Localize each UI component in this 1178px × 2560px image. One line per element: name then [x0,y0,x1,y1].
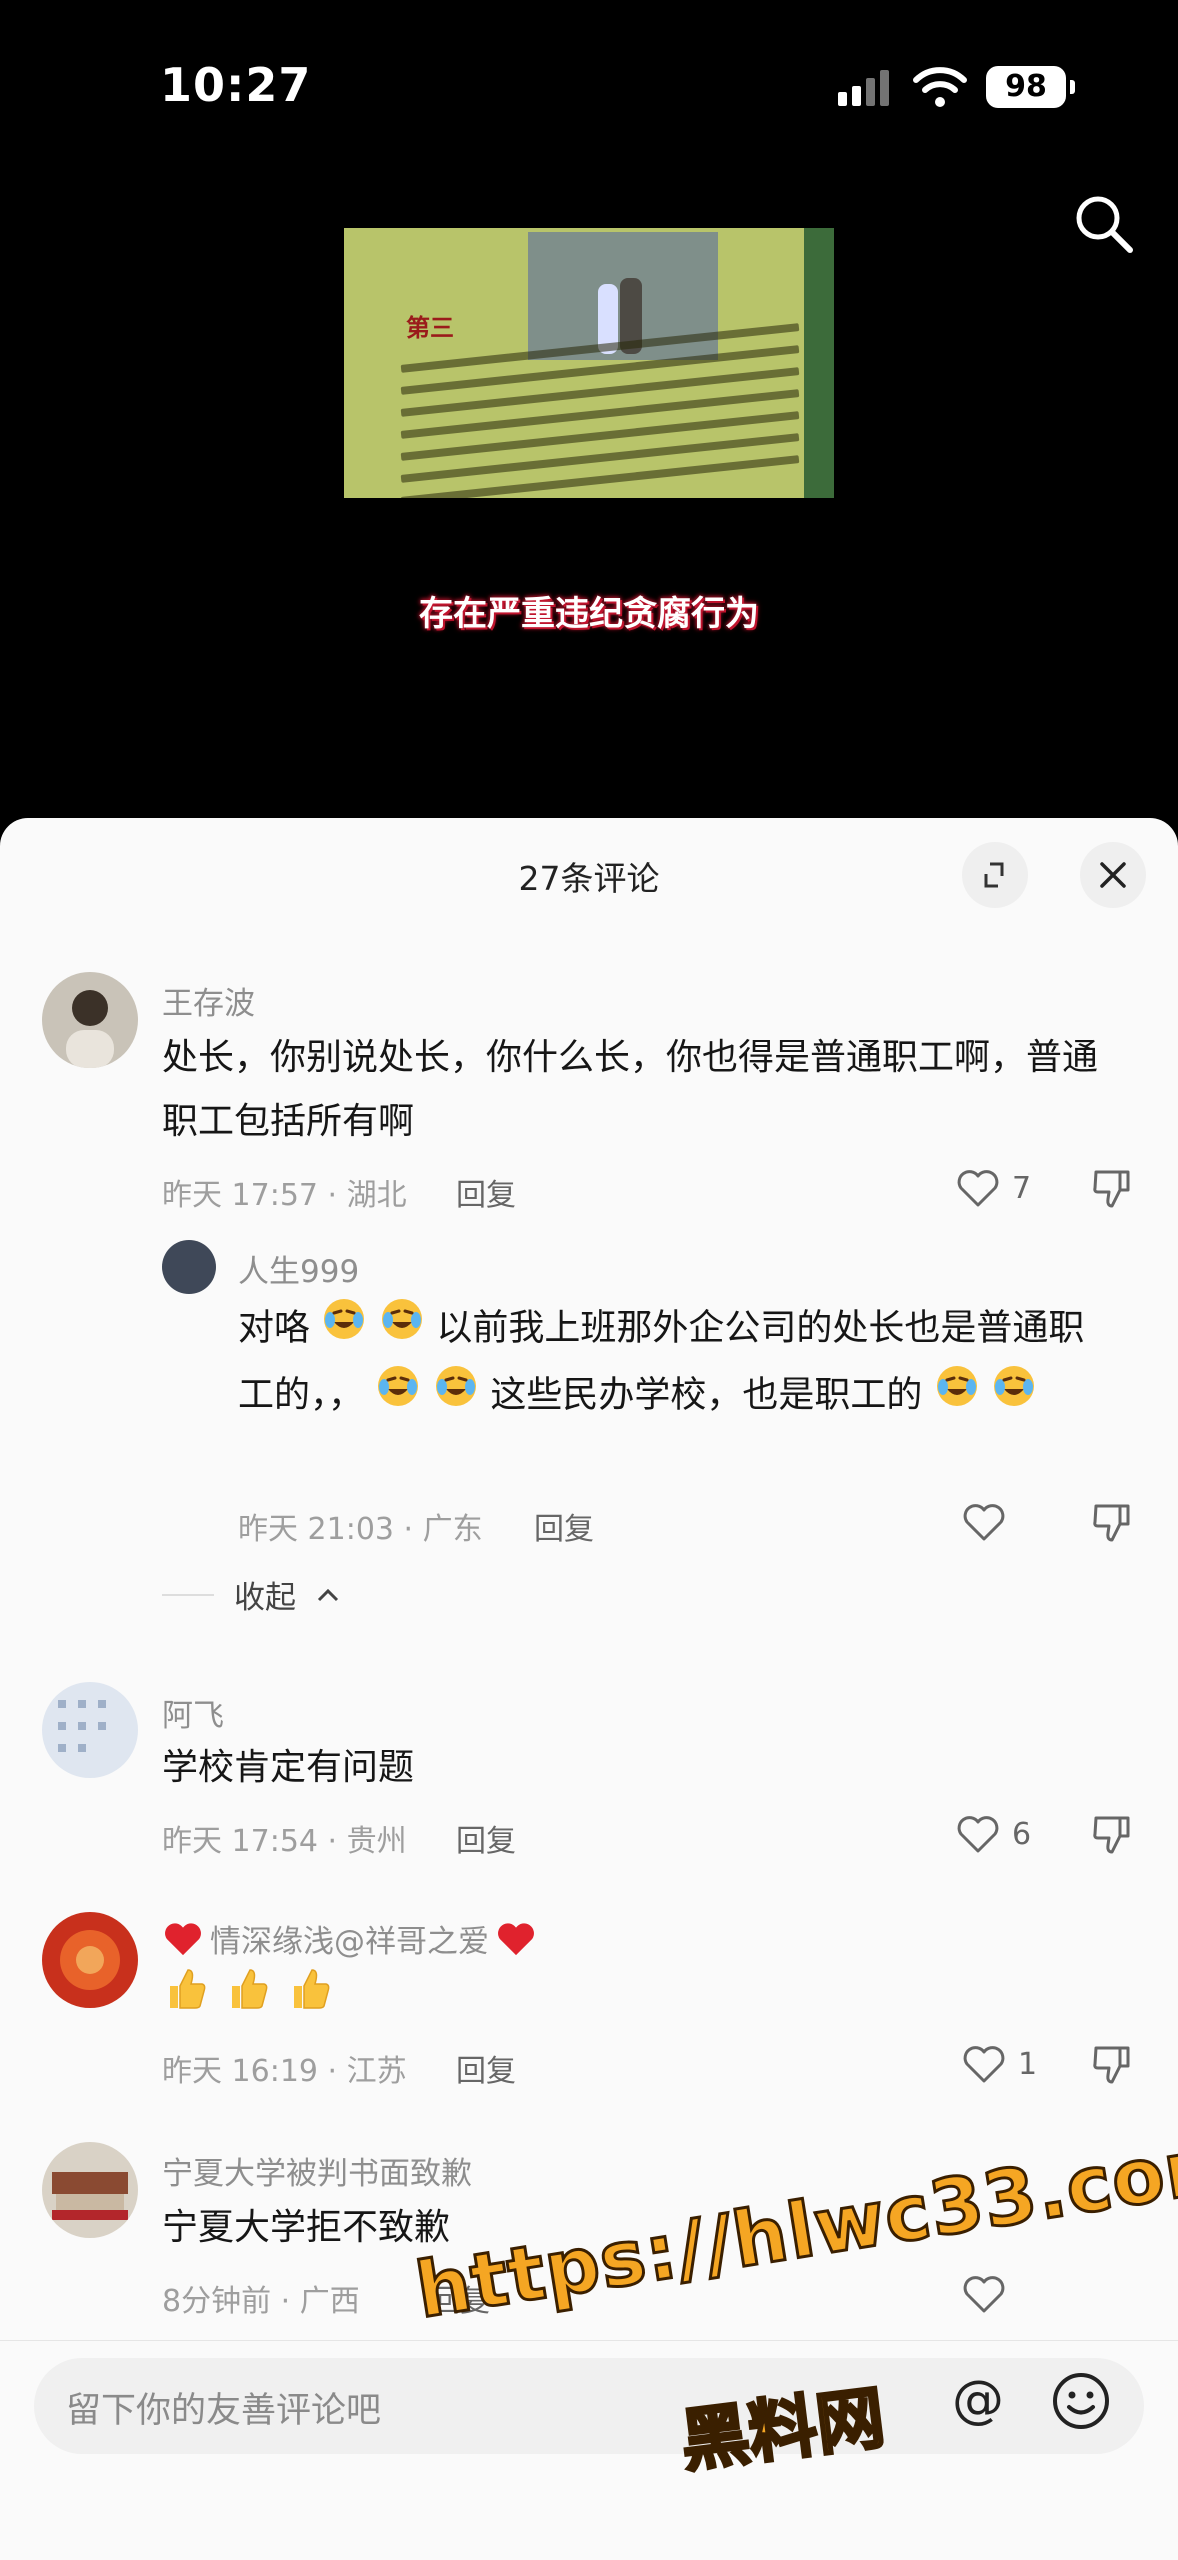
avatar[interactable] [42,1912,138,2008]
laugh-cry-emoji-icon [433,1363,479,1430]
comment-text: 宁夏大学拒不致歉 [162,2207,451,2248]
comment-author[interactable]: 情深缘浅@祥哥之爱 [162,1916,537,1961]
comment-text: 学校肯定有问题 [162,1747,415,1788]
comment-meta: 昨天 17:57 · 湖北 [162,1178,407,1213]
avatar[interactable] [42,972,138,1068]
like-count: 6 [1012,1816,1032,1852]
chevron-up-icon [317,1588,339,1601]
red-heart-icon [498,1922,534,1955]
avatar[interactable] [42,2142,138,2238]
close-icon [1100,862,1126,888]
like-count: 7 [1012,1170,1032,1206]
comment-text: 处长，你别说处长，你什么长，你也得是普通职工啊，普通职工包括所有啊 [162,1037,1099,1142]
comment-author[interactable]: 宁夏大学被判书面致歉 [162,2148,472,2193]
reply-button[interactable]: 回复 [456,1170,516,1214]
comment-meta: 昨天 21:03 · 广东 [238,1512,483,1547]
laugh-cry-emoji-icon [375,1363,421,1430]
video-frame[interactable]: 第三 [344,228,834,498]
expand-icon [984,862,1004,888]
reply-button[interactable]: 回复 [534,1504,594,1548]
status-bar: 10:27 98 [0,0,1178,170]
comment-meta: 昨天 17:54 · 贵州 [162,1824,407,1859]
comment-meta: 昨天 16:19 · 江苏 [162,2054,407,2089]
laugh-cry-emoji-icon [934,1363,980,1430]
collapse-replies-button[interactable]: 收起 [162,1572,340,1617]
laugh-cry-emoji-icon [321,1296,367,1363]
heart-icon [963,1504,1005,1541]
like-button[interactable]: 6 [956,1812,1031,1856]
poster-text-lines [400,323,800,498]
video-caption: 存在严重违纪贪腐行为 [419,594,759,634]
comment-text: 对咯 以前我上班那外企公司的处长也是普通职工的，， 这些民办学校，也是职工的 [238,1296,1118,1430]
divider [162,1593,214,1596]
dislike-icon[interactable] [1090,1166,1134,1210]
collapse-label: 收起 [234,1580,296,1616]
avatar[interactable] [42,1682,138,1778]
comment-author[interactable]: 阿飞 [162,1690,224,1735]
like-button[interactable]: 1 [962,2042,1037,2086]
battery-icon: 98 [986,66,1075,108]
comment-author[interactable]: 人生999 [238,1246,359,1291]
search-icon[interactable] [1072,192,1136,256]
comment-meta: 8分钟前 · 广西 [162,2284,360,2319]
cellular-signal-icon [838,70,892,106]
poster-heading: 第三 [406,313,454,342]
comment-input-placeholder: 留下你的友善评论吧 [66,2391,382,2431]
dislike-icon[interactable] [1090,2042,1134,2086]
comment-text-part: 这些民办学校，也是职工的 [490,1374,923,1416]
like-button[interactable]: 7 [956,1166,1031,1210]
comment-author[interactable]: 王存波 [162,978,255,1023]
status-time: 10:27 [160,58,312,112]
like-button[interactable] [962,2272,1018,2316]
laugh-cry-emoji-icon [991,1363,1037,1430]
reply-button[interactable]: 回复 [456,2046,516,2090]
heart-icon [963,2046,1005,2083]
mention-button[interactable]: @ [950,2372,1006,2428]
avatar[interactable] [162,1240,216,1294]
laugh-cry-emoji-icon [379,1296,425,1363]
comment-text [162,1966,332,2012]
heart-icon [963,2276,1005,2313]
close-button[interactable] [1080,842,1146,908]
wifi-icon [913,67,967,107]
expand-button[interactable] [962,842,1028,908]
dislike-icon[interactable] [1090,1500,1134,1544]
thumbs-up-emoji-icon [170,1969,206,2009]
author-name: 情深缘浅@祥哥之爱 [210,1924,489,1960]
reply-button[interactable]: 回复 [456,1816,516,1860]
red-heart-icon [165,1922,201,1955]
emoji-picker-icon[interactable] [1050,2370,1112,2432]
heart-icon [957,1170,999,1207]
like-button[interactable] [962,1500,1018,1544]
thumbs-up-emoji-icon [232,1969,268,2009]
heart-icon [957,1816,999,1853]
dislike-icon[interactable] [1090,1812,1134,1856]
like-count: 1 [1018,2046,1038,2082]
comment-text-part: 对咯 [238,1307,311,1349]
thumbs-up-emoji-icon [294,1969,330,2009]
poster-edge [804,228,834,498]
